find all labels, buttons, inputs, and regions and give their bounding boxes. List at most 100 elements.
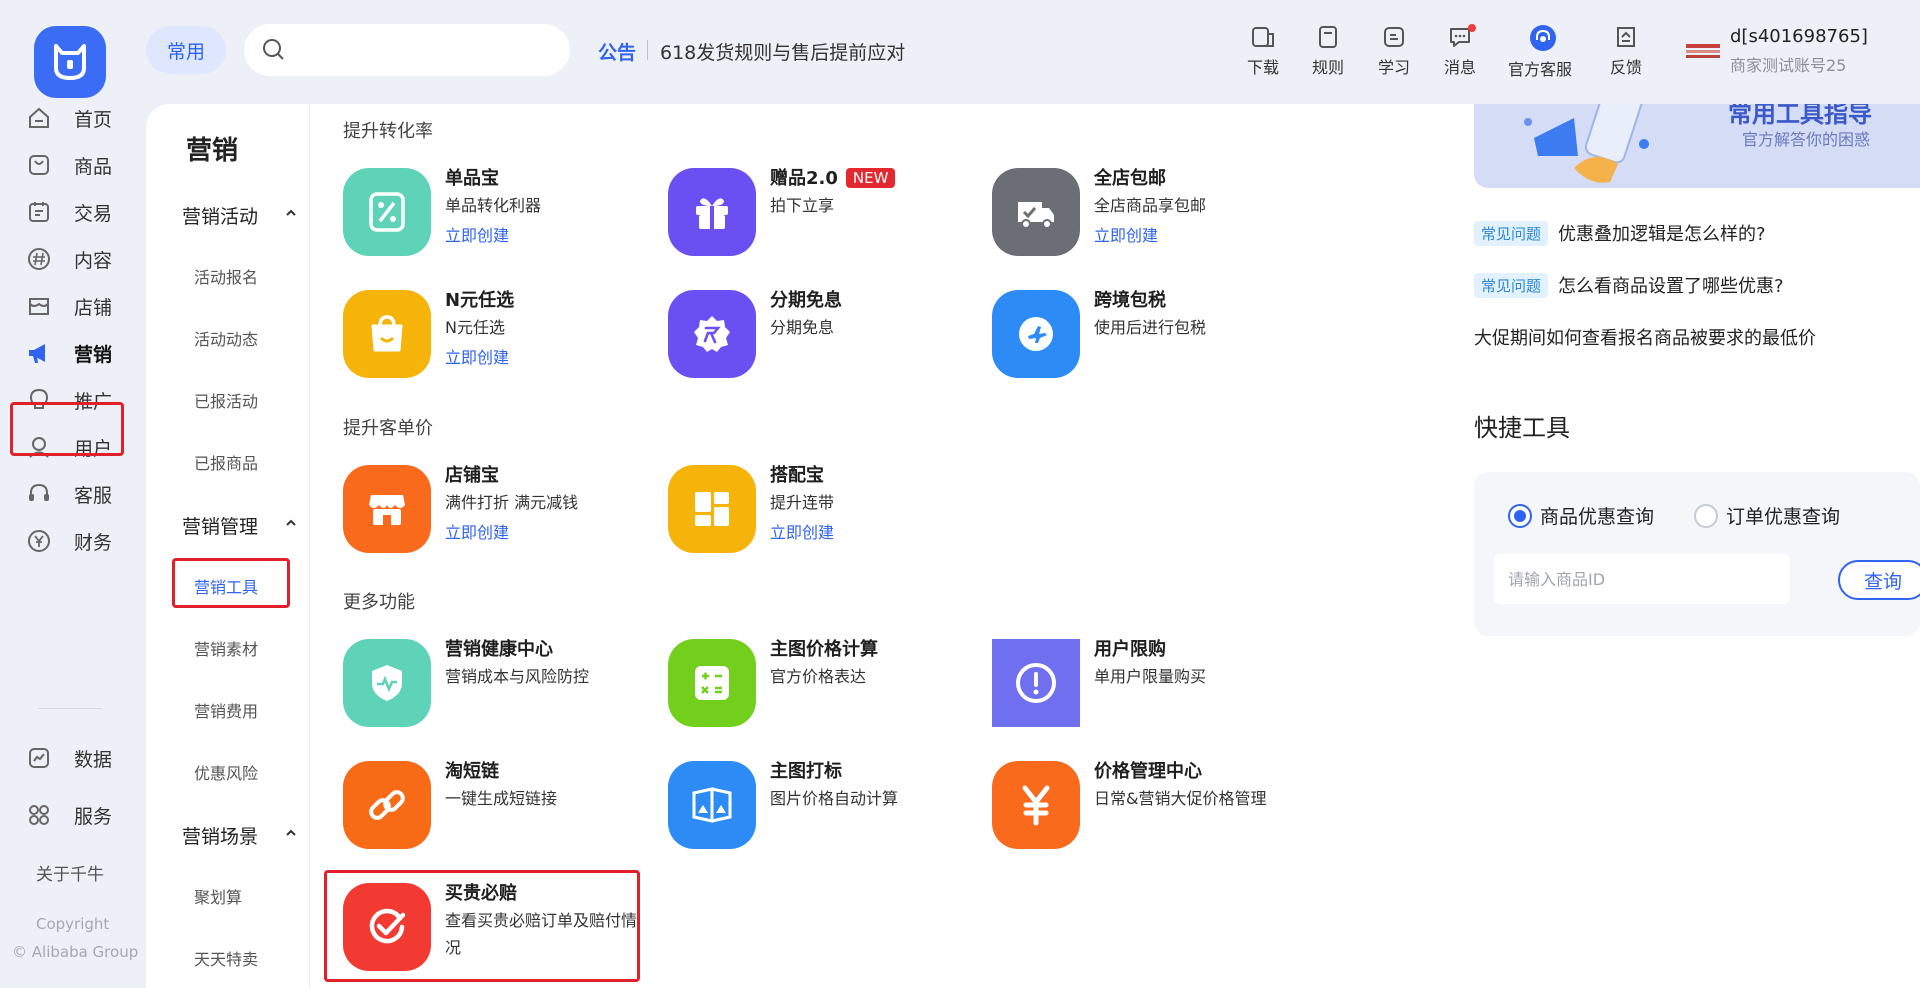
tool-card-installment[interactable]: 分期免息 分期免息 (668, 284, 988, 380)
toolbar-rules[interactable]: 规则 (1298, 24, 1358, 84)
tool-desc: 日常&营销大促价格管理 (1094, 789, 1267, 808)
rail-item-services[interactable]: 服务 (0, 789, 142, 839)
subnav-item-marketing-costs[interactable]: 营销费用 (194, 698, 258, 722)
subnav-item-joined-activities[interactable]: 已报活动 (194, 388, 258, 412)
tool-title: 分期免息 (770, 290, 842, 311)
tool-card-image-tagging[interactable]: 主图打标 图片价格自动计算 (668, 755, 988, 851)
subnav-group-scenes[interactable]: 营销场景 (182, 822, 258, 849)
subnav-item-marketing-materials[interactable]: 营销素材 (194, 636, 258, 660)
tool-card-dianpubao[interactable]: 店铺宝 满件打折 满元减钱 立即创建 (343, 459, 663, 555)
about-link[interactable]: 关于千牛 (36, 860, 104, 885)
subnav-item-activity-signup[interactable]: 活动报名 (194, 264, 258, 288)
hash-icon (28, 248, 50, 270)
tool-icon-tile (343, 290, 431, 378)
tool-card-dapeibao[interactable]: 搭配宝 提升连带 立即创建 (668, 459, 988, 555)
rail-item-goods[interactable]: 商品 (0, 139, 142, 189)
tool-card-short-link[interactable]: 淘短链 一键生成短链接 (343, 755, 663, 851)
toolbar-download[interactable]: 下载 (1233, 24, 1293, 84)
search-box[interactable] (244, 24, 570, 76)
rail-item-label: 商品 (74, 156, 113, 178)
create-now-link[interactable]: 立即创建 (770, 519, 834, 543)
section-title-more: 更多功能 (343, 592, 415, 613)
tool-card-health-center[interactable]: 营销健康中心 营销成本与风险防控 (343, 633, 663, 729)
radio-order-discount[interactable]: 订单优惠查询 (1694, 502, 1840, 529)
rail-item-trade[interactable]: 交易 (0, 186, 142, 236)
toolbar-feedback[interactable]: 反馈 (1596, 24, 1656, 84)
tool-icon-tile (343, 639, 431, 727)
tool-card-free-shipping[interactable]: 全店包邮 全店商品享包邮 立即创建 (992, 162, 1312, 258)
notice-text[interactable]: 618发货规则与售后提前应对 (660, 38, 905, 65)
tool-icon-tile (343, 761, 431, 849)
rail-divider (38, 708, 102, 709)
account-name[interactable]: d[s401698765] (1730, 26, 1868, 47)
chevron-up-icon[interactable] (286, 518, 296, 528)
highlight-price-guarantee (324, 870, 640, 982)
avatar[interactable] (1686, 42, 1720, 60)
subnav-item-daily-sale[interactable]: 天天特卖 (194, 946, 258, 970)
tool-card-price-management[interactable]: 价格管理中心 日常&营销大促价格管理 (992, 755, 1312, 851)
faq-item[interactable]: 常见问题 优惠叠加逻辑是怎么样的? (1474, 220, 1766, 246)
faq-item[interactable]: 常见问题 怎么看商品设置了哪些优惠? (1474, 272, 1784, 298)
chevron-up-icon[interactable] (286, 208, 296, 218)
tool-desc: 营销成本与风险防控 (445, 667, 590, 686)
store-icon (29, 298, 49, 315)
quick-tools-box: 商品优惠查询 订单优惠查询 (1474, 472, 1920, 636)
tool-icon-tile (992, 761, 1080, 849)
tool-title: N元任选 (445, 290, 515, 311)
create-now-link[interactable]: 立即创建 (1094, 222, 1158, 246)
rail-item-finance[interactable]: 财务 (0, 515, 142, 565)
app-logo[interactable] (34, 26, 106, 98)
rail-item-home[interactable]: 首页 (0, 92, 142, 142)
subnav-group-activities[interactable]: 营销活动 (182, 202, 258, 229)
tool-desc: 分期免息 (770, 318, 835, 337)
tool-card-gift[interactable]: 赠品2.0 NEW 拍下立享 (668, 162, 988, 258)
toolbar-learn[interactable]: 学习 (1364, 24, 1424, 84)
highlight-marketing-tools (172, 558, 290, 608)
layout-blocks-icon (695, 492, 729, 526)
tool-card-cross-border-tax[interactable]: 跨境包税 使用后进行包税 (992, 284, 1312, 380)
tool-card-purchase-limit[interactable]: 用户限购 单用户限量购买 (992, 633, 1312, 729)
tool-icon-tile (668, 639, 756, 727)
common-button[interactable]: 常用 (146, 26, 226, 74)
tool-desc: N元任选 (445, 318, 505, 337)
radio-label: 订单优惠查询 (1726, 506, 1841, 528)
feedback-icon (1617, 27, 1635, 47)
rail-item-store[interactable]: 店铺 (0, 280, 142, 330)
rail-item-marketing[interactable]: 营销 (0, 327, 142, 377)
toolbar-message[interactable]: 消息 (1430, 24, 1490, 84)
tool-desc: 官方价格表达 (770, 667, 867, 686)
tool-card-n-yuan[interactable]: N元任选 N元任选 立即创建 (343, 284, 663, 380)
rail-item-label: 服务 (74, 806, 113, 828)
highlight-rail-marketing (10, 402, 124, 456)
create-now-link[interactable]: 立即创建 (445, 344, 509, 368)
tool-icon-tile (668, 465, 756, 553)
toolbar-label: 消息 (1443, 58, 1476, 77)
guide-banner[interactable]: 常用工具指导 官方解答你的困惑 (1474, 104, 1920, 188)
radio-goods-discount[interactable]: 商品优惠查询 (1508, 502, 1654, 529)
chevron-up-icon[interactable] (286, 828, 296, 838)
subnav-item-joined-goods[interactable]: 已报商品 (194, 450, 258, 474)
goods-id-input[interactable] (1494, 554, 1790, 604)
tool-desc: 单用户限量购买 (1094, 667, 1207, 686)
create-now-link[interactable]: 立即创建 (445, 222, 509, 246)
tool-icon-tile (992, 168, 1080, 256)
subnav-item-juhuasuan[interactable]: 聚划算 (194, 884, 242, 908)
tool-title: 单品宝 (445, 168, 499, 189)
query-button[interactable]: 查询 (1838, 560, 1920, 600)
create-now-link[interactable]: 立即创建 (445, 519, 509, 543)
tool-title: 营销健康中心 (445, 639, 553, 660)
rail-item-data[interactable]: 数据 (0, 732, 142, 782)
tool-card-price-calc[interactable]: 主图价格计算 官方价格表达 (668, 633, 988, 729)
subnav-group-management[interactable]: 营销管理 (182, 512, 258, 539)
faq-item[interactable]: 大促期间如何查看报名商品被要求的最低价 (1474, 324, 1816, 350)
toolbar-official-support[interactable]: 官方客服 (1508, 24, 1573, 84)
subnav-item-discount-risk[interactable]: 优惠风险 (194, 760, 258, 784)
bag-icon (29, 155, 49, 175)
tool-card-danpinbao[interactable]: 单品宝 单品转化利器 立即创建 (343, 162, 663, 258)
qianniu-logo-icon (54, 44, 86, 80)
rail-item-service[interactable]: 客服 (0, 468, 142, 518)
tool-icon-tile (343, 465, 431, 553)
rail-item-content[interactable]: 内容 (0, 233, 142, 283)
tool-desc: 提升连带 (770, 493, 835, 512)
subnav-item-activity-news[interactable]: 活动动态 (194, 326, 258, 350)
